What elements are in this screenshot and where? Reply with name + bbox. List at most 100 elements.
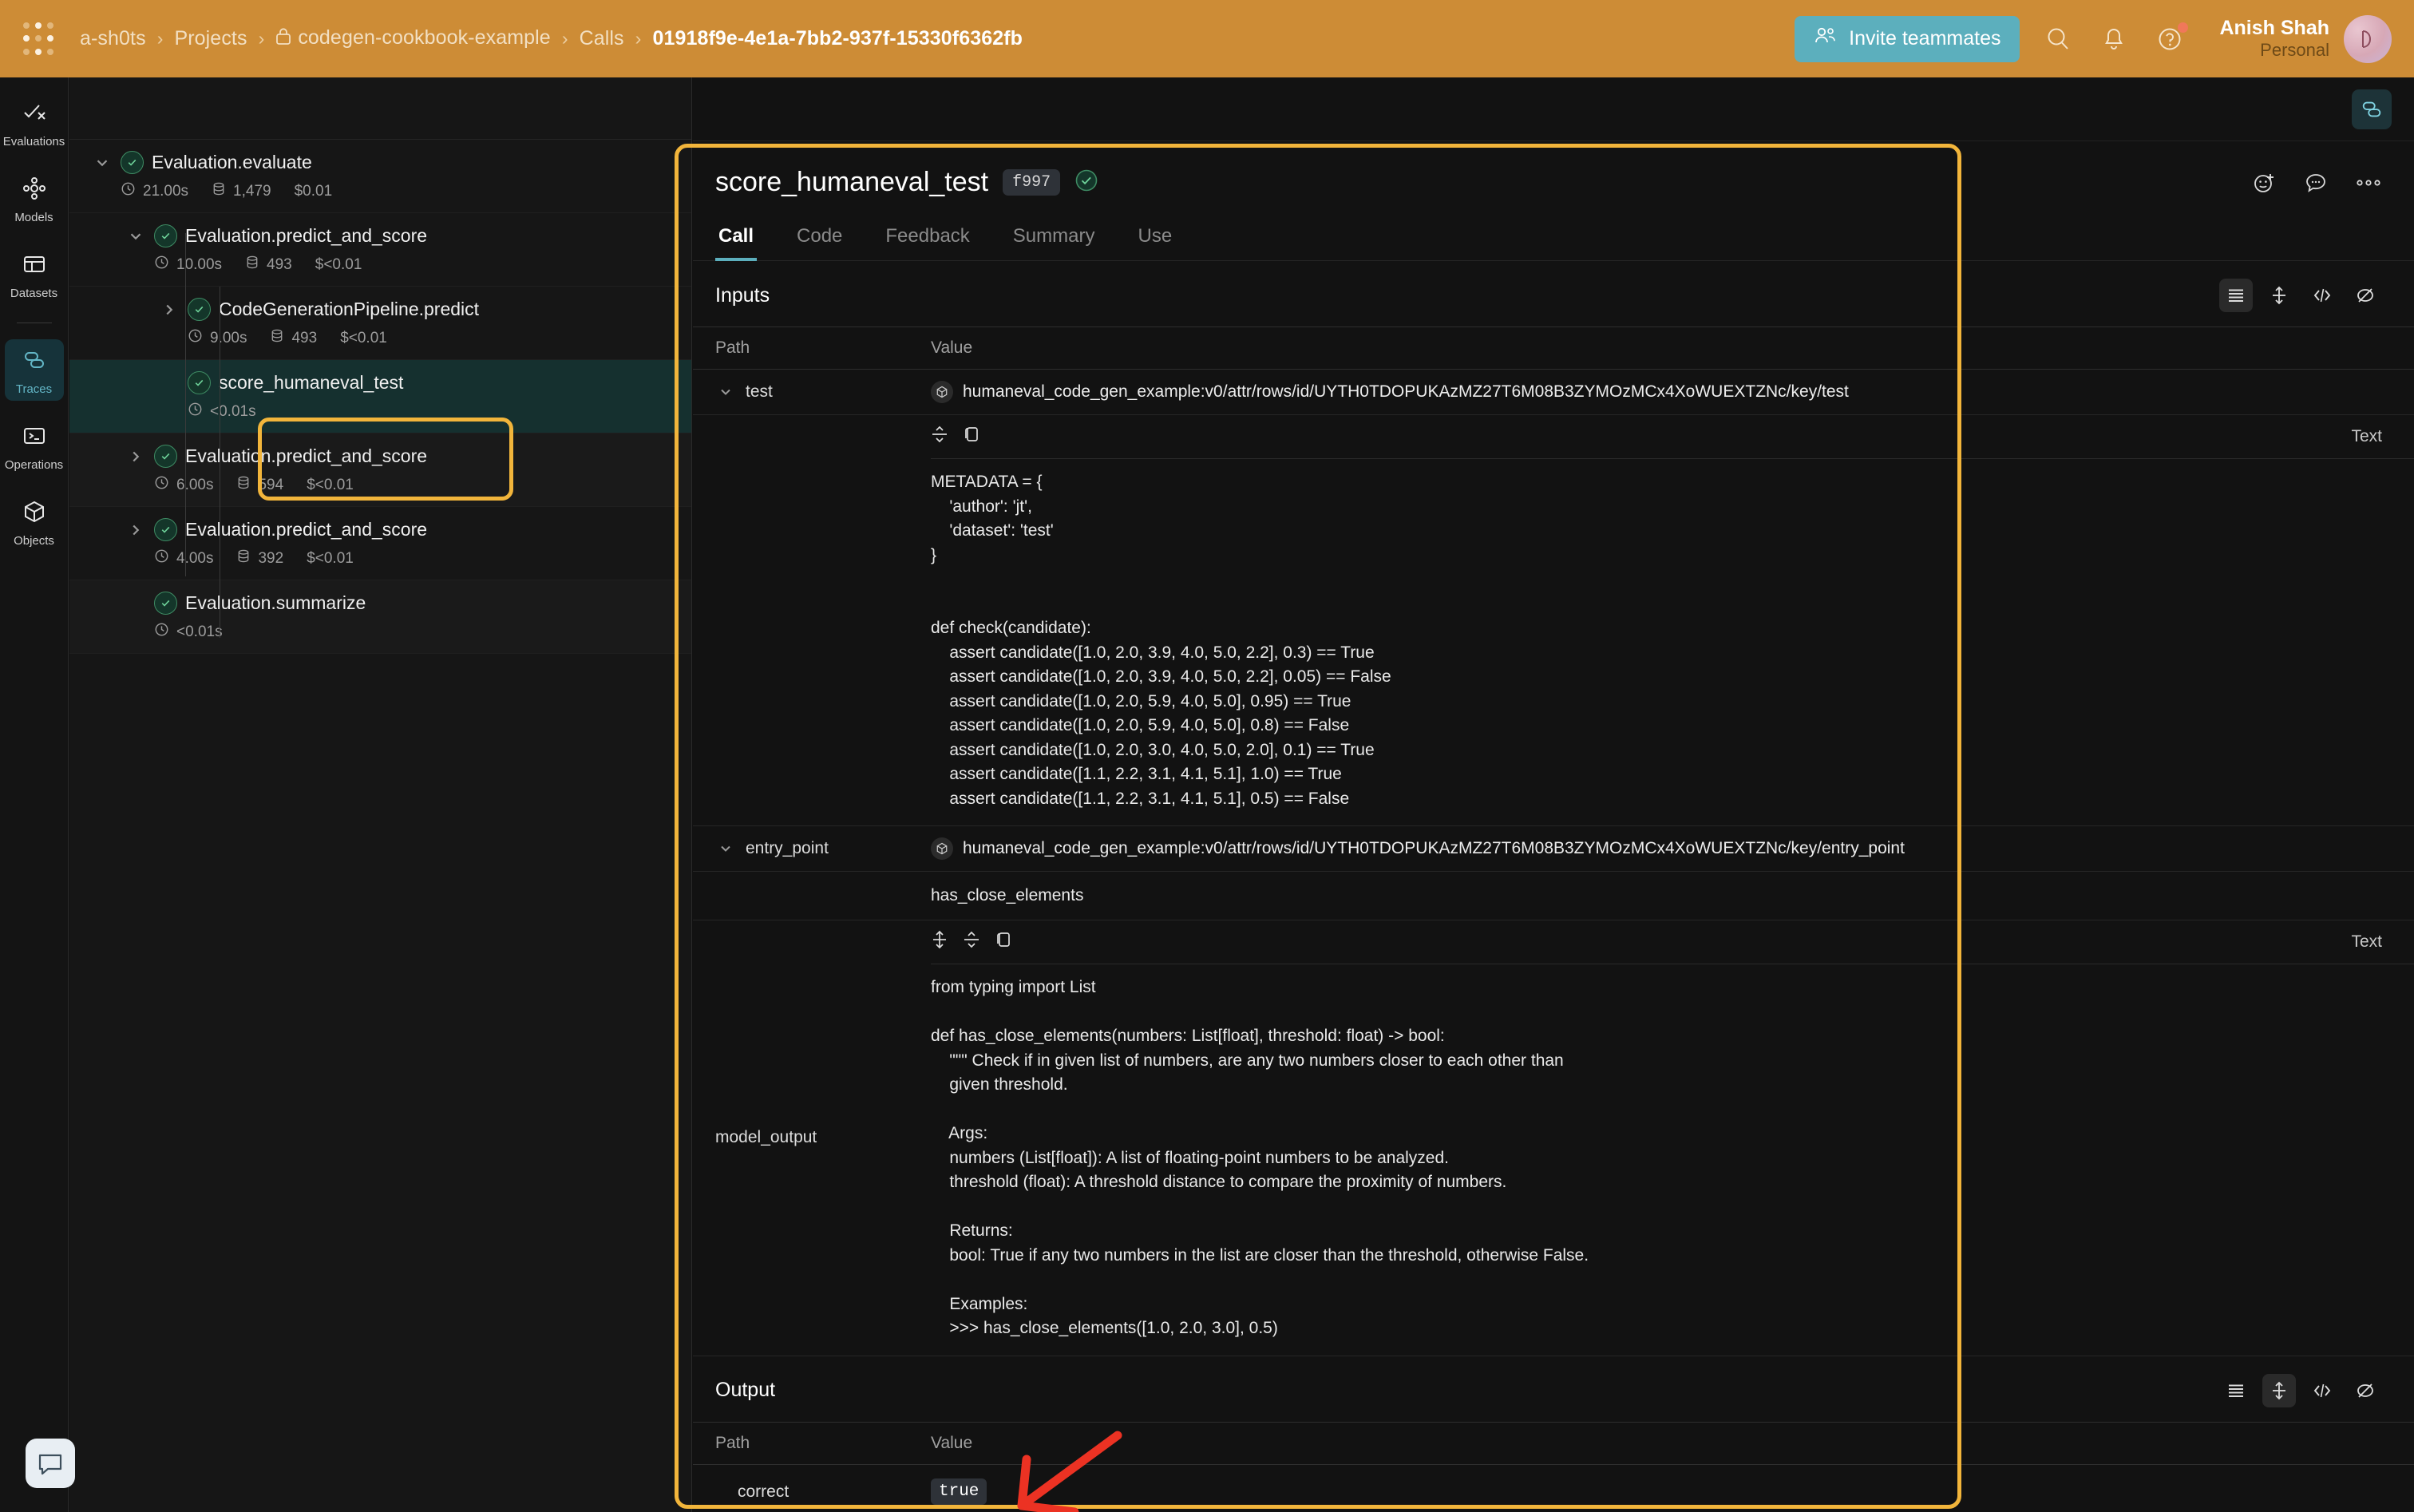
help-icon[interactable] bbox=[2152, 22, 2189, 57]
search-icon[interactable] bbox=[2040, 22, 2076, 57]
expand-rows-icon[interactable] bbox=[2262, 279, 2296, 312]
input-ref-test[interactable]: humaneval_code_gen_example:v0/attr/rows/… bbox=[963, 382, 1849, 402]
chevron-right-icon[interactable] bbox=[159, 299, 180, 320]
sidebar-label-objects: Objects bbox=[14, 534, 54, 548]
tokens-icon bbox=[212, 181, 226, 201]
collapse-icon[interactable] bbox=[931, 425, 948, 449]
expand-rows-icon[interactable] bbox=[2262, 1373, 2296, 1407]
trace-tree-row[interactable]: Evaluation.summarize <0.01s bbox=[69, 580, 691, 654]
status-badge bbox=[188, 298, 211, 321]
tokens-icon bbox=[236, 548, 251, 568]
sidebar-item-objects[interactable]: Objects bbox=[5, 491, 64, 552]
tab-summary[interactable]: Summary bbox=[1010, 219, 1098, 260]
trace-row-duration: 4.00s bbox=[176, 549, 214, 567]
trace-row-meta: 4.00s 392 $<0.01 bbox=[69, 548, 691, 568]
output-value-correct: true bbox=[924, 1464, 2414, 1512]
tab-call[interactable]: Call bbox=[715, 219, 758, 261]
sidebar-item-datasets[interactable]: Datasets bbox=[5, 243, 64, 305]
top-bar-actions: Invite teammates Anish Shah Personal bbox=[1795, 14, 2414, 63]
breadcrumb-separator: › bbox=[635, 28, 642, 49]
collapse-icon[interactable] bbox=[963, 930, 980, 954]
call-version-badge: f997 bbox=[1003, 169, 1061, 196]
trace-row-cost: $0.01 bbox=[294, 182, 333, 200]
user-org: Personal bbox=[2260, 40, 2329, 61]
output-table: Path Value correct true bbox=[693, 1421, 2414, 1512]
input-ref-entry-point[interactable]: humaneval_code_gen_example:v0/attr/rows/… bbox=[963, 839, 1905, 858]
trace-tree-row[interactable]: Evaluation.predict_and_score 10.00s 493 $<0… bbox=[69, 213, 691, 287]
chevron-right-icon[interactable] bbox=[125, 520, 146, 540]
input-value-test-ref: humaneval_code_gen_example:v0/attr/rows/… bbox=[924, 370, 2414, 415]
sidebar-item-traces[interactable]: Traces bbox=[4, 339, 64, 401]
sidebar-item-models[interactable]: Models bbox=[5, 168, 64, 229]
inputs-table: Path Value test humaneval_code_gen_examp… bbox=[693, 327, 2414, 1356]
trace-tree-row[interactable]: CodeGenerationPipeline.predict 9.00s 493 $<… bbox=[69, 287, 691, 360]
code-view-icon[interactable] bbox=[2305, 279, 2339, 312]
hide-icon[interactable] bbox=[2349, 279, 2382, 312]
input-path-label: entry_point bbox=[746, 839, 829, 857]
app-logo[interactable] bbox=[22, 22, 54, 57]
chevron-down-icon[interactable] bbox=[125, 226, 146, 247]
evaluations-icon bbox=[22, 100, 47, 129]
list-view-icon[interactable] bbox=[2219, 279, 2253, 312]
trace-row-name: Evaluation.predict_and_score bbox=[185, 225, 428, 246]
breadcrumb-item-projects[interactable]: Projects bbox=[174, 27, 247, 50]
breadcrumb-item-project[interactable]: codegen-cookbook-example bbox=[275, 26, 551, 51]
input-path-blank bbox=[693, 872, 924, 920]
output-col-value: Value bbox=[924, 1421, 2414, 1465]
clock-icon bbox=[121, 181, 136, 201]
code-block-test: METADATA = { 'author': 'jt', 'dataset': … bbox=[931, 473, 1391, 808]
chevron-down-icon[interactable] bbox=[715, 838, 736, 859]
trace-tree-row[interactable]: Evaluation.predict_and_score 4.00s 392 $<0.… bbox=[69, 507, 691, 580]
table-row[interactable]: test humaneval_code_gen_example:v0/attr/… bbox=[693, 370, 2414, 415]
tab-feedback[interactable]: Feedback bbox=[882, 219, 972, 260]
call-tabs: Call Code Feedback Summary Use bbox=[693, 219, 2414, 261]
trace-tree-panel: Evaluation.evaluate 21.00s 1,479 $0.01 Evalu… bbox=[69, 77, 692, 1512]
breadcrumb-item-calls[interactable]: Calls bbox=[580, 27, 624, 50]
chevron-down-icon[interactable] bbox=[715, 382, 736, 402]
trace-row-name: Evaluation.predict_and_score bbox=[185, 445, 428, 466]
bell-icon[interactable] bbox=[2096, 22, 2131, 57]
input-value-entry-point-ref: humaneval_code_gen_example:v0/attr/rows/… bbox=[924, 826, 2414, 872]
breadcrumb-project-label: codegen-cookbook-example bbox=[298, 26, 551, 49]
sidebar-item-evaluations[interactable]: Evaluations bbox=[3, 92, 65, 153]
invite-teammates-button[interactable]: Invite teammates bbox=[1795, 15, 2020, 62]
table-row[interactable]: entry_point humaneval_code_gen_example:v… bbox=[693, 826, 2414, 872]
trace-row-name: score_humaneval_test bbox=[219, 372, 404, 393]
copy-icon[interactable] bbox=[963, 425, 980, 449]
chevron-placeholder bbox=[159, 373, 180, 394]
comment-icon[interactable] bbox=[2304, 171, 2328, 195]
table-row[interactable]: correct true bbox=[693, 1464, 2414, 1512]
chevron-right-icon[interactable] bbox=[125, 446, 146, 467]
sidebar-label-traces: Traces bbox=[15, 382, 53, 396]
breadcrumb-item-entity[interactable]: a-sh0ts bbox=[80, 27, 146, 50]
status-badge bbox=[154, 518, 177, 541]
trace-tree-row[interactable]: score_humaneval_test <0.01s bbox=[69, 360, 691, 433]
list-view-icon[interactable] bbox=[2219, 1374, 2253, 1407]
code-view-icon[interactable] bbox=[2305, 1374, 2339, 1407]
user-info[interactable]: Anish Shah Personal bbox=[2219, 17, 2329, 60]
trace-tree-header bbox=[69, 77, 691, 140]
add-reaction-icon[interactable] bbox=[2253, 171, 2277, 195]
trace-row-tokens: 493 bbox=[291, 329, 318, 346]
call-detail-panel: score_humaneval_test f997 Call Code Feed… bbox=[693, 77, 2414, 1512]
copy-icon[interactable] bbox=[995, 930, 1012, 954]
hide-icon[interactable] bbox=[2349, 1374, 2382, 1407]
tokens-icon bbox=[236, 475, 251, 495]
chevron-down-icon[interactable] bbox=[92, 152, 113, 173]
expand-rows-icon[interactable] bbox=[931, 930, 948, 954]
tab-code[interactable]: Code bbox=[793, 219, 845, 260]
input-path-test: test bbox=[693, 370, 924, 415]
code-block-model-output: from typing import List def has_close_el… bbox=[931, 978, 1589, 1337]
more-options-icon[interactable] bbox=[2355, 178, 2382, 188]
trace-tree-row[interactable]: Evaluation.predict_and_score 6.00s 594 $<0.… bbox=[69, 433, 691, 507]
trace-tree-row[interactable]: Evaluation.evaluate 21.00s 1,479 $0.01 bbox=[69, 140, 691, 213]
avatar[interactable] bbox=[2344, 14, 2392, 63]
trace-row-name: Evaluation.summarize bbox=[185, 592, 366, 613]
clock-icon bbox=[154, 255, 169, 275]
sidebar-item-operations[interactable]: Operations bbox=[5, 415, 64, 477]
tab-use[interactable]: Use bbox=[1134, 219, 1175, 260]
trace-row-cost: $<0.01 bbox=[315, 255, 362, 273]
support-chat-button[interactable] bbox=[26, 1439, 75, 1488]
traces-view-toggle[interactable] bbox=[2352, 89, 2392, 129]
status-badge bbox=[188, 371, 211, 394]
